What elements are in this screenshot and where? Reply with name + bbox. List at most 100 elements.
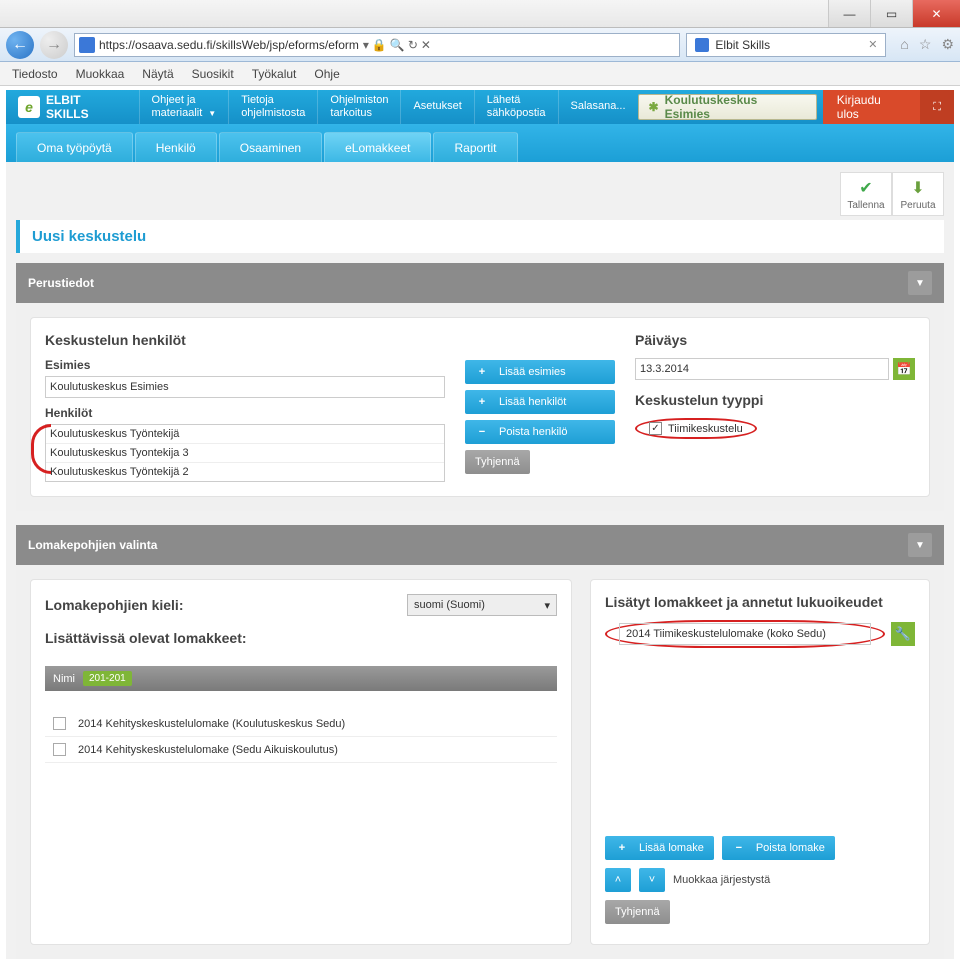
lock-icon: 🔒 (372, 38, 387, 52)
persons-heading: Keskustelun henkilöt (45, 332, 445, 348)
list-item[interactable]: Koulutuskeskus Työntekijä (46, 425, 444, 444)
app-logo: e (18, 96, 40, 118)
range-badge: 201-201 (83, 671, 132, 686)
save-button[interactable]: ✔ Tallenna (840, 172, 892, 216)
wrench-icon[interactable]: 🔧 (891, 622, 915, 646)
app-subnav: Oma työpöytä Henkilö Osaaminen eLomakkee… (6, 124, 954, 162)
add-form-button[interactable]: +Lisää lomake (605, 836, 714, 860)
row-checkbox[interactable] (53, 717, 66, 730)
plus-icon: + (475, 366, 489, 378)
logout-button[interactable]: Kirjaudu ulos (823, 90, 920, 124)
annotation-mark (31, 424, 51, 474)
menu-help[interactable]: Ohje (314, 67, 339, 81)
list-item[interactable]: Koulutuskeskus Tyontekija 3 (46, 444, 444, 463)
team-discussion-checkbox[interactable]: ✓ Tiimikeskustelu (649, 422, 743, 435)
tab-eforms[interactable]: eLomakkeet (324, 132, 431, 162)
calendar-icon[interactable]: 📅 (893, 358, 915, 380)
nav-purpose[interactable]: Ohjelmistontarkoitus (317, 90, 400, 124)
annotation-ring: ✓ Tiimikeskustelu (635, 418, 757, 439)
menu-favorites[interactable]: Suosikit (192, 67, 234, 81)
home-icon[interactable]: ⌂ (900, 36, 908, 53)
address-bar[interactable]: https://osaava.sedu.fi/skillsWeb/jsp/efo… (74, 33, 680, 57)
search-icon[interactable]: 🔍 (390, 38, 405, 52)
date-field[interactable]: 13.3.2014 (635, 358, 889, 380)
section-basicinfo-header[interactable]: Perustiedot ▼ (16, 263, 944, 303)
tab-reports[interactable]: Raportit (433, 132, 517, 162)
add-persons-button[interactable]: +Lisää henkilöt (465, 390, 615, 414)
menu-view[interactable]: Näytä (142, 67, 173, 81)
supervisor-field[interactable]: Koulutuskeskus Esimies (45, 376, 445, 398)
clear-persons-button[interactable]: Tyhjennä (465, 450, 530, 474)
move-up-button[interactable]: ˄ (605, 868, 631, 892)
menu-tools[interactable]: Työkalut (252, 67, 297, 81)
url-text: https://osaava.sedu.fi/skillsWeb/jsp/efo… (99, 38, 359, 52)
reload-icon[interactable]: ↻ (408, 38, 418, 52)
nav-settings[interactable]: Asetukset (400, 90, 473, 124)
plus-icon: + (475, 396, 489, 408)
annotation-ring: 2014 Tiimikeskustelulomake (koko Sedu) (605, 620, 885, 648)
minus-icon: − (732, 842, 746, 854)
favorites-icon[interactable]: ☆ (919, 36, 932, 53)
nav-help-materials[interactable]: Ohjeet ja materiaalit▼ (139, 90, 229, 124)
app-topbar: e ELBIT SKILLS Ohjeet ja materiaalit▼ Ti… (6, 90, 954, 124)
grid-header: Nimi 201-201 (45, 666, 557, 691)
page-title: Uusi keskustelu (16, 220, 944, 253)
nav-forward-button[interactable]: → (40, 31, 68, 59)
added-form-field[interactable]: 2014 Tiimikeskustelulomake (koko Sedu) (619, 623, 871, 645)
move-down-button[interactable]: ˅ (639, 868, 665, 892)
checkbox-icon: ✓ (649, 422, 662, 435)
star-icon: ✱ (649, 100, 659, 114)
table-row[interactable]: 2014 Kehityskeskustelulomake (Sedu Aikui… (45, 737, 557, 763)
persons-listbox[interactable]: Koulutuskeskus Työntekijä Koulutuskeskus… (45, 424, 445, 482)
menu-file[interactable]: Tiedosto (12, 67, 58, 81)
window-maximize[interactable]: ▭ (870, 0, 912, 27)
row-checkbox[interactable] (53, 743, 66, 756)
current-user[interactable]: ✱ Koulutuskeskus Esimies (638, 94, 817, 120)
window-titlebar: — ▭ ✕ (0, 0, 960, 28)
language-label: Lomakepohjien kieli: (45, 597, 183, 613)
nav-password[interactable]: Salasana... (558, 90, 638, 124)
dropdown-icon[interactable]: ▾ (363, 38, 369, 52)
tab-competence[interactable]: Osaaminen (219, 132, 322, 162)
supervisor-label: Esimies (45, 358, 445, 372)
tab-desktop[interactable]: Oma työpöytä (16, 132, 133, 162)
cancel-button[interactable]: ⬇ Peruuta (892, 172, 944, 216)
add-supervisor-button[interactable]: +Lisää esimies (465, 360, 615, 384)
tab-person[interactable]: Henkilö (135, 132, 217, 162)
tools-icon[interactable]: ⚙ (941, 36, 954, 53)
window-minimize[interactable]: — (828, 0, 870, 27)
fullscreen-icon[interactable]: ⛶ (920, 90, 954, 124)
language-select[interactable]: suomi (Suomi) ▾ (407, 594, 557, 616)
reorder-label: Muokkaa järjestystä (673, 874, 770, 886)
nav-about[interactable]: Tietojaohjelmistosta (228, 90, 317, 124)
stop-icon[interactable]: ✕ (421, 38, 431, 52)
browser-toolbar: ← → https://osaava.sedu.fi/skillsWeb/jsp… (0, 28, 960, 62)
window-close[interactable]: ✕ (912, 0, 960, 27)
clear-forms-button[interactable]: Tyhjennä (605, 900, 670, 924)
chevron-down-icon: ▼ (908, 533, 932, 557)
remove-form-button[interactable]: −Poista lomake (722, 836, 835, 860)
app-name: ELBIT SKILLS (46, 93, 127, 121)
table-row[interactable]: 2014 Kehityskeskustelulomake (Koulutuske… (45, 711, 557, 737)
browser-menubar: Tiedosto Muokkaa Näytä Suosikit Työkalut… (0, 62, 960, 86)
available-forms-label: Lisättävissä olevat lomakkeet: (45, 630, 557, 646)
date-heading: Päiväys (635, 332, 915, 348)
persons-label: Henkilöt (45, 406, 445, 420)
tab-title: Elbit Skills (715, 38, 770, 52)
check-icon: ✔ (859, 178, 872, 198)
chevron-down-icon: ▾ (544, 599, 550, 612)
added-forms-label: Lisätyt lomakkeet ja annetut lukuoikeude… (605, 594, 915, 610)
tab-favicon (695, 38, 709, 52)
remove-person-button[interactable]: −Poista henkilö (465, 420, 615, 444)
section-templates-header[interactable]: Lomakepohjien valinta ▼ (16, 525, 944, 565)
browser-tab[interactable]: Elbit Skills ✕ (686, 33, 886, 57)
menu-edit[interactable]: Muokkaa (76, 67, 125, 81)
nav-back-button[interactable]: ← (6, 31, 34, 59)
plus-icon: + (615, 842, 629, 854)
nav-send-email[interactable]: Lähetäsähköpostia (474, 90, 558, 124)
chevron-down-icon: ▼ (208, 109, 216, 118)
site-icon (79, 37, 95, 53)
type-heading: Keskustelun tyyppi (635, 392, 915, 408)
list-item[interactable]: Koulutuskeskus Työntekijä 2 (46, 463, 444, 481)
tab-close-icon[interactable]: ✕ (868, 38, 877, 51)
